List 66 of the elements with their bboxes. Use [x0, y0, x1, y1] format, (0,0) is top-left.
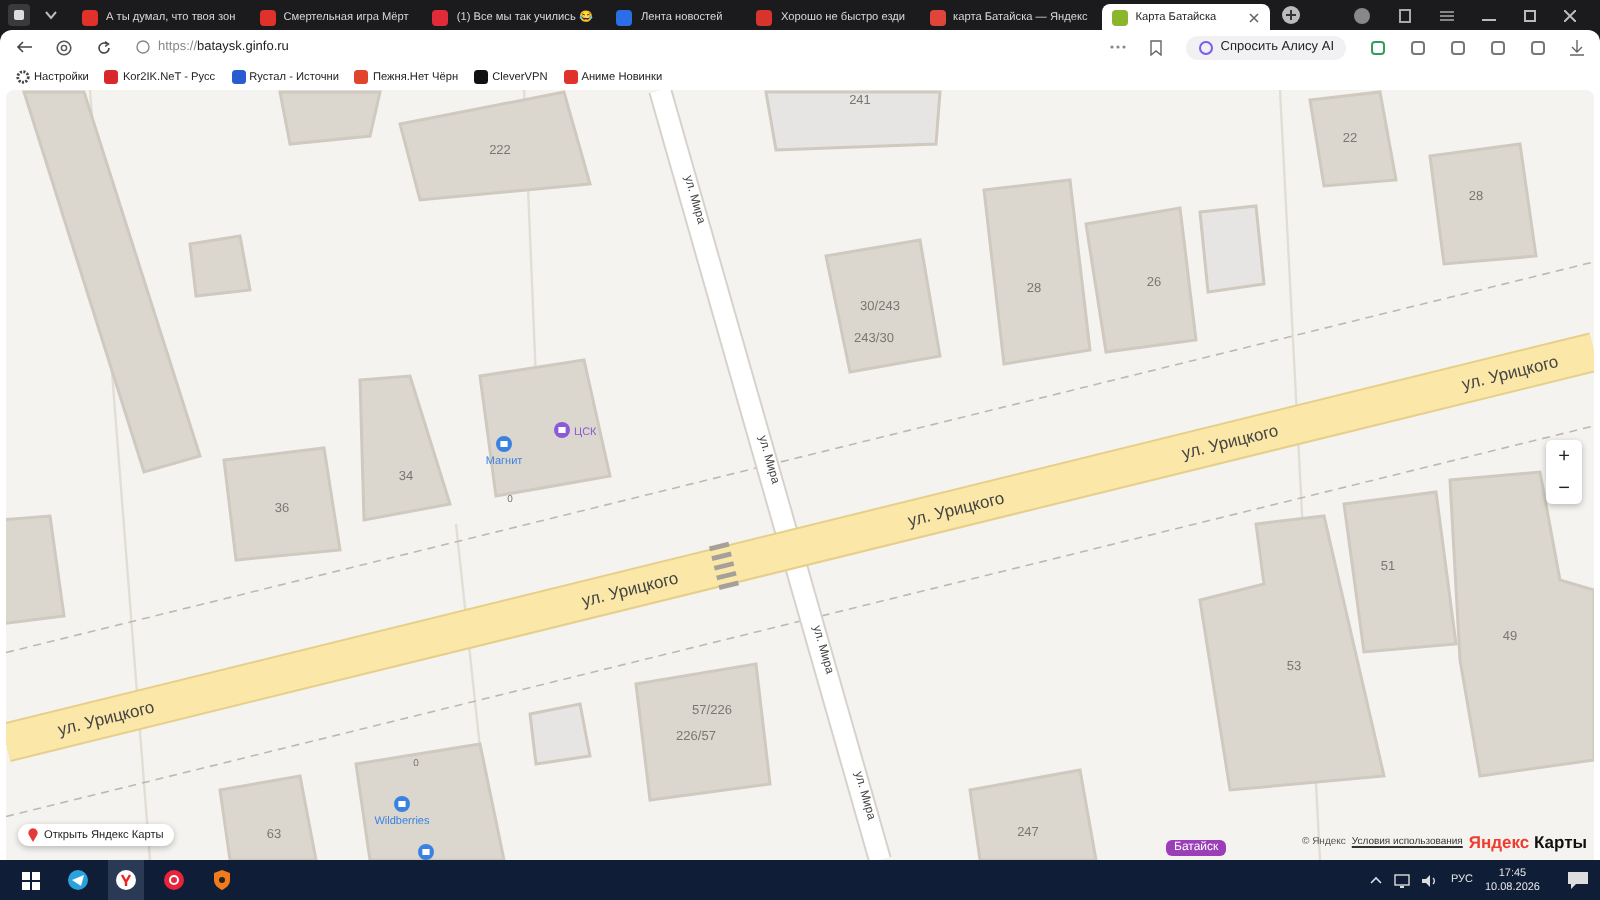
- zoom-in-button[interactable]: +: [1546, 440, 1582, 472]
- building: [528, 702, 592, 766]
- poi-marker-icon[interactable]: [418, 844, 434, 860]
- poi-marker-icon[interactable]: [554, 422, 570, 438]
- site-icon: [82, 9, 98, 25]
- new-tab-icon[interactable]: [1281, 6, 1300, 24]
- building: [222, 446, 342, 562]
- site-icon: [756, 9, 773, 25]
- building: [1308, 90, 1398, 188]
- zoom-out-button[interactable]: −: [1546, 472, 1582, 504]
- street-label: ул. Урицкого: [579, 567, 681, 611]
- reload-icon[interactable]: [96, 39, 112, 55]
- site-icon: [929, 9, 946, 25]
- site-icon: [563, 70, 578, 84]
- site-icon: [616, 9, 633, 25]
- chevron-up-icon[interactable]: [1370, 876, 1383, 884]
- close-icon[interactable]: [1247, 11, 1260, 23]
- building: [634, 662, 772, 802]
- monitor-icon[interactable]: [1394, 873, 1411, 887]
- street-label: ул. Урицкого: [55, 696, 157, 740]
- site-icon: [259, 9, 276, 25]
- poi-marker-icon[interactable]: [394, 796, 410, 812]
- chevron-down-icon[interactable]: [44, 10, 58, 20]
- download-icon[interactable]: [1570, 39, 1584, 55]
- info-icon: [136, 40, 150, 54]
- building: [1428, 142, 1538, 266]
- building: [478, 358, 612, 498]
- browser-icon[interactable]: [116, 869, 136, 889]
- protect-icon[interactable]: [56, 39, 72, 55]
- avatar-icon[interactable]: [1354, 7, 1370, 23]
- more-icon[interactable]: [1110, 44, 1127, 50]
- site-icon: [354, 70, 369, 84]
- browser-icon[interactable]: [164, 870, 184, 890]
- map-pin-icon: [28, 828, 38, 842]
- street-label: ул. Урицкого: [1179, 419, 1281, 463]
- extension-icon[interactable]: [1450, 39, 1466, 55]
- crosswalk-drawing: [708, 541, 740, 591]
- poi-marker-icon[interactable]: [496, 436, 512, 452]
- collections-icon[interactable]: [1398, 7, 1412, 23]
- site-icon: [432, 9, 449, 25]
- street-label: ул. Урицкого: [1459, 351, 1561, 394]
- menu-icon[interactable]: [1440, 9, 1454, 21]
- close-icon[interactable]: [1564, 9, 1576, 21]
- site-icon: [231, 70, 246, 84]
- extension-icon[interactable]: [1490, 39, 1506, 55]
- building: [6, 514, 66, 626]
- site-icon: [104, 70, 119, 84]
- shield-icon[interactable]: [214, 870, 230, 890]
- windows-icon[interactable]: [21, 871, 39, 889]
- speaker-icon[interactable]: [1422, 873, 1439, 887]
- extension-icon[interactable]: [1530, 39, 1546, 55]
- gear-icon: [16, 70, 30, 84]
- ring-icon: [1198, 39, 1215, 55]
- building: [824, 238, 942, 374]
- site-icon: [1111, 9, 1128, 25]
- sidebar-icon[interactable]: [8, 4, 30, 26]
- chat-icon[interactable]: [1568, 871, 1588, 889]
- extension-icon[interactable]: [1410, 39, 1426, 55]
- site-icon: [474, 70, 489, 84]
- map-logo: Яндекс Карты: [1468, 832, 1588, 852]
- back-icon[interactable]: [16, 40, 32, 54]
- maximize-icon[interactable]: [1524, 9, 1536, 21]
- street-label: ул. Урицкого: [905, 487, 1007, 531]
- extension-icon[interactable]: [1370, 39, 1386, 55]
- paper-plane-icon[interactable]: [68, 870, 88, 890]
- bookmark-icon[interactable]: [1150, 39, 1163, 55]
